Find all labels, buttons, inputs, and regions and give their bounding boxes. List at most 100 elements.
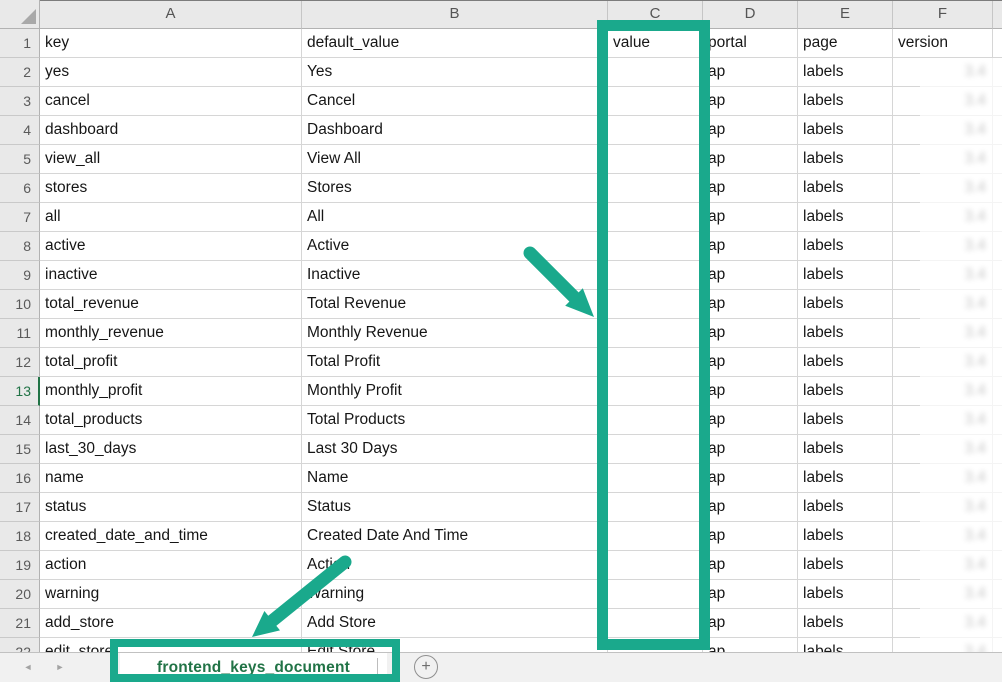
cell[interactable]: ap (703, 348, 798, 377)
cell[interactable]: monthly_profit (40, 377, 302, 406)
cell[interactable]: Stores (302, 174, 608, 203)
prev-sheet-icon[interactable]: ◄ (19, 653, 37, 682)
row-number[interactable]: 5 (0, 145, 40, 174)
cell[interactable]: ap (703, 406, 798, 435)
cell[interactable]: inactive (40, 261, 302, 290)
cell[interactable]: 3.4 (893, 435, 993, 464)
cell[interactable]: labels (798, 551, 893, 580)
row-number[interactable]: 8 (0, 232, 40, 261)
cell[interactable]: labels (798, 580, 893, 609)
row-number[interactable]: 21 (0, 609, 40, 638)
cell[interactable]: total_profit (40, 348, 302, 377)
cell[interactable] (993, 377, 1002, 406)
cell[interactable] (993, 580, 1002, 609)
add-sheet-button[interactable]: + (414, 655, 438, 679)
column-header-b[interactable]: B (302, 0, 608, 29)
cell[interactable] (993, 261, 1002, 290)
cell[interactable]: 3.4 (893, 116, 993, 145)
row-number[interactable]: 4 (0, 116, 40, 145)
cell[interactable]: ap (703, 116, 798, 145)
cell[interactable]: Inactive (302, 261, 608, 290)
cell[interactable]: 3.4 (893, 232, 993, 261)
cell[interactable] (993, 290, 1002, 319)
cell[interactable]: labels (798, 261, 893, 290)
cell[interactable] (993, 29, 1002, 58)
row-number[interactable]: 13 (0, 377, 40, 406)
cell[interactable]: labels (798, 174, 893, 203)
cell[interactable]: labels (798, 319, 893, 348)
cell[interactable] (993, 493, 1002, 522)
cell[interactable]: Monthly Revenue (302, 319, 608, 348)
cell[interactable]: Status (302, 493, 608, 522)
cell[interactable]: labels (798, 145, 893, 174)
cell[interactable]: dashboard (40, 116, 302, 145)
cell[interactable]: ap (703, 290, 798, 319)
row-number[interactable]: 7 (0, 203, 40, 232)
cell[interactable]: 3.4 (893, 493, 993, 522)
cell[interactable]: 3.4 (893, 58, 993, 87)
select-all-button[interactable] (0, 0, 40, 29)
cell[interactable]: total_revenue (40, 290, 302, 319)
cell[interactable]: ap (703, 493, 798, 522)
cell[interactable]: Cancel (302, 87, 608, 116)
row-number[interactable]: 12 (0, 348, 40, 377)
cell[interactable]: 3.4 (893, 522, 993, 551)
cell[interactable]: Active (302, 232, 608, 261)
cell[interactable]: labels (798, 435, 893, 464)
cell[interactable]: ap (703, 377, 798, 406)
cell[interactable]: ap (703, 609, 798, 638)
cell[interactable] (993, 522, 1002, 551)
cell[interactable] (993, 319, 1002, 348)
next-sheet-icon[interactable]: ► (51, 653, 69, 682)
cell[interactable]: 3.4 (893, 261, 993, 290)
cell[interactable]: cancel (40, 87, 302, 116)
cell[interactable]: All (302, 203, 608, 232)
cell[interactable]: Warning (302, 580, 608, 609)
cell[interactable]: ap (703, 580, 798, 609)
cell[interactable]: last_30_days (40, 435, 302, 464)
cell[interactable]: key (40, 29, 302, 58)
cell[interactable]: labels (798, 87, 893, 116)
cell[interactable]: ap (703, 145, 798, 174)
cell[interactable]: 3.4 (893, 174, 993, 203)
cell[interactable] (993, 435, 1002, 464)
cell[interactable] (993, 145, 1002, 174)
row-number[interactable]: 18 (0, 522, 40, 551)
cell[interactable]: 3.4 (893, 377, 993, 406)
cell[interactable]: status (40, 493, 302, 522)
cell[interactable]: ap (703, 203, 798, 232)
cell[interactable]: Monthly Profit (302, 377, 608, 406)
cell[interactable]: action (40, 551, 302, 580)
cell[interactable]: ap (703, 319, 798, 348)
cell[interactable]: Total Revenue (302, 290, 608, 319)
cell[interactable] (993, 348, 1002, 377)
cell[interactable]: yes (40, 58, 302, 87)
cell[interactable]: 3.4 (893, 609, 993, 638)
cell[interactable]: labels (798, 58, 893, 87)
row-number[interactable]: 3 (0, 87, 40, 116)
cell[interactable]: ap (703, 174, 798, 203)
cell[interactable]: labels (798, 493, 893, 522)
row-number[interactable]: 2 (0, 58, 40, 87)
cell[interactable] (993, 232, 1002, 261)
row-number[interactable]: 9 (0, 261, 40, 290)
cell[interactable]: 3.4 (893, 464, 993, 493)
cell[interactable]: ap (703, 232, 798, 261)
cell[interactable]: ap (703, 435, 798, 464)
column-header-a[interactable]: A (40, 0, 302, 29)
cell[interactable]: labels (798, 290, 893, 319)
cell[interactable]: labels (798, 232, 893, 261)
cell[interactable]: version (893, 29, 993, 58)
row-number[interactable]: 20 (0, 580, 40, 609)
cell[interactable] (993, 551, 1002, 580)
cell[interactable]: add_store (40, 609, 302, 638)
cell[interactable]: 3.4 (893, 87, 993, 116)
cell[interactable]: 3.4 (893, 406, 993, 435)
cell[interactable]: active (40, 232, 302, 261)
cell[interactable]: Action (302, 551, 608, 580)
cell[interactable]: ap (703, 87, 798, 116)
column-header-f[interactable]: F (893, 0, 993, 29)
row-number[interactable]: 19 (0, 551, 40, 580)
cell[interactable]: labels (798, 348, 893, 377)
cell[interactable]: 3.4 (893, 290, 993, 319)
